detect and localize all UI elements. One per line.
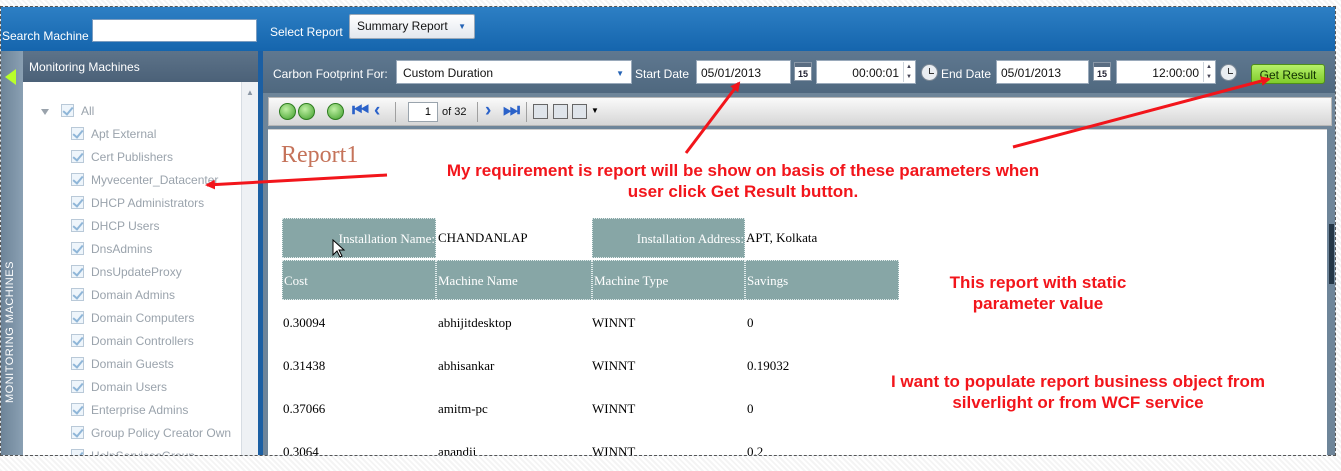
arrow-to-start-date — [684, 81, 741, 154]
app-window: Search Machine Select Report Summary Rep… — [0, 6, 1336, 456]
arrow-to-get-result — [1012, 76, 1271, 149]
annotation-arrows — [205, 76, 1271, 190]
arrow-to-tree — [205, 173, 388, 190]
